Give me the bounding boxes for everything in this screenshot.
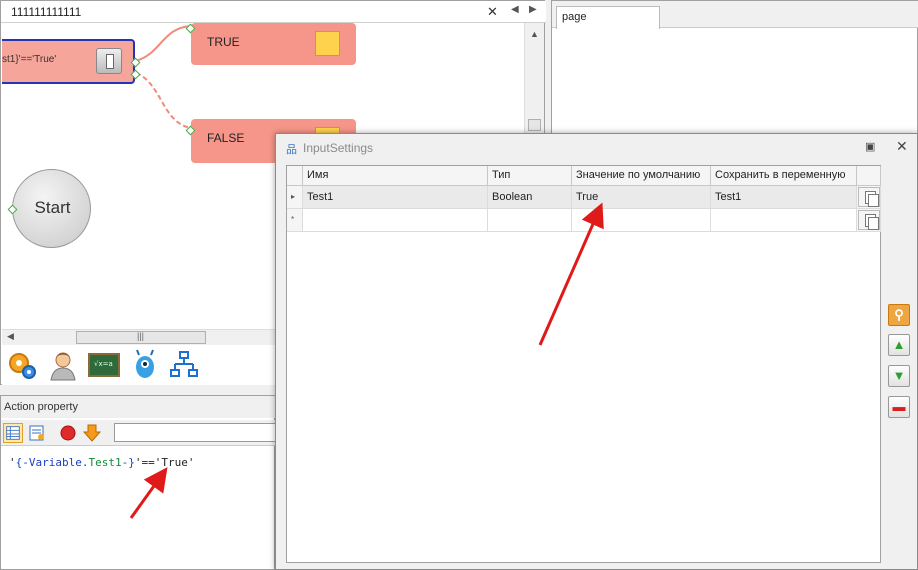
column-header-type[interactable]: Тип	[488, 166, 572, 186]
panel-title: Action property	[4, 401, 78, 413]
arrow-down-icon[interactable]	[82, 423, 102, 443]
settings-gears-icon[interactable]	[6, 349, 38, 381]
code-variable-prefix: {-Variable.	[15, 456, 89, 469]
scroll-left-icon[interactable]: ◀	[511, 4, 519, 15]
code-quote: '	[9, 456, 16, 469]
move-up-button[interactable]: ▲	[888, 334, 910, 356]
action-property-toolbar	[1, 420, 276, 446]
scroll-right-icon[interactable]: ▶	[529, 4, 537, 15]
condition-expression: st1}'=='True'	[2, 54, 57, 65]
close-icon[interactable]: ✕	[896, 138, 908, 155]
search-icon: ⚲	[894, 307, 904, 322]
new-cell-default-value[interactable]	[572, 209, 711, 232]
close-icon[interactable]: ✕	[487, 4, 498, 20]
note-icon	[315, 31, 340, 56]
code-comparison: '=='True'	[134, 456, 195, 469]
move-down-button[interactable]: ▼	[888, 365, 910, 387]
grip-icon: |||	[137, 331, 145, 341]
grid-view-icon[interactable]	[3, 423, 23, 443]
new-cell-type[interactable]	[488, 209, 572, 232]
formula-board-icon[interactable]: √x=a	[88, 349, 120, 381]
hierarchy-icon[interactable]	[168, 349, 200, 381]
scroll-left-icon[interactable]: ◀	[7, 331, 14, 342]
column-header-actions	[857, 166, 881, 186]
restore-icon[interactable]: ▣	[865, 140, 875, 153]
scroll-up-icon[interactable]: ▲	[530, 29, 539, 39]
stop-record-icon[interactable]	[58, 423, 78, 443]
copy-icon[interactable]	[858, 187, 880, 207]
row-header-corner	[287, 166, 303, 186]
user-icon[interactable]	[47, 349, 79, 381]
input-settings-grid: Имя Тип Значение по умолчанию Сохранить …	[286, 165, 881, 563]
robot-icon[interactable]	[129, 349, 161, 381]
arrow-down-icon: ▼	[892, 368, 906, 383]
hierarchy-icon: 品	[286, 144, 297, 156]
true-node-label: TRUE	[207, 35, 240, 49]
designer-tab-title[interactable]: 111111111111	[11, 5, 81, 19]
scroll-thumb[interactable]: |||	[76, 331, 206, 344]
code-variable-suffix: -}	[121, 456, 135, 469]
copy-icon[interactable]	[858, 210, 880, 230]
cell-save-to-variable[interactable]: Test1	[711, 186, 857, 209]
input-settings-dialog: 品 InputSettings ▣ ✕ Имя Тип Значение по …	[275, 133, 918, 570]
false-node-label: FALSE	[207, 131, 245, 145]
row-indicator[interactable]: ▸	[287, 186, 303, 209]
row-actions-cell	[857, 209, 881, 232]
dialog-title: InputSettings	[303, 141, 374, 155]
switch-icon	[96, 48, 122, 74]
page-tab-strip: page	[552, 1, 918, 29]
row-actions-cell	[857, 186, 881, 209]
designer-tab-bar: 111111111111 ✕ ◀ ▶	[1, 1, 546, 23]
action-code-editor[interactable]: '{-Variable.Test1-}'=='True'	[9, 456, 194, 469]
column-header-save-to-variable[interactable]: Сохранить в переменную	[711, 166, 857, 186]
action-property-panel: Action property '{-Variable.Test1-}'=='T…	[0, 395, 276, 570]
true-node[interactable]: TRUE	[185, 23, 356, 65]
action-property-header: Action property	[1, 396, 276, 418]
properties-icon[interactable]	[27, 423, 47, 443]
tab-page[interactable]: page	[556, 6, 660, 29]
cell-default-value[interactable]: True	[572, 186, 711, 209]
action-value-input[interactable]	[114, 423, 276, 442]
column-header-name[interactable]: Имя	[303, 166, 488, 186]
search-button[interactable]: ⚲	[888, 304, 910, 326]
start-node[interactable]: Start	[7, 169, 91, 248]
new-cell-name[interactable]	[303, 209, 488, 232]
dialog-title-bar[interactable]: 品 InputSettings ▣ ✕	[276, 134, 917, 160]
code-variable-name: Test1	[88, 456, 122, 469]
remove-button[interactable]: ▬	[888, 396, 910, 418]
scroll-thumb[interactable]	[528, 119, 541, 131]
svg-text:√x=a: √x=a	[94, 360, 113, 368]
cell-name[interactable]: Test1	[303, 186, 488, 209]
arrow-up-icon: ▲	[892, 337, 906, 352]
cell-type[interactable]: Boolean	[488, 186, 572, 209]
column-header-default-value[interactable]: Значение по умолчанию	[572, 166, 711, 186]
start-node-label: Start	[34, 198, 71, 217]
condition-node[interactable]: st1}'=='True'	[2, 39, 141, 84]
remove-icon: ▬	[892, 399, 906, 414]
new-cell-save-to-variable[interactable]	[711, 209, 857, 232]
new-row-indicator[interactable]: *	[287, 209, 303, 232]
